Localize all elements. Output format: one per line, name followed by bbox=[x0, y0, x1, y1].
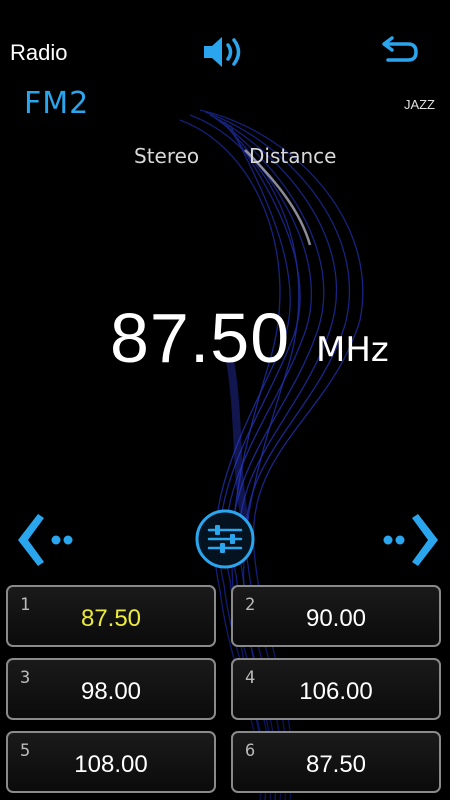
preset-button-1[interactable]: 1 87.50 bbox=[6, 585, 216, 647]
frequency-display: 87.50 bbox=[110, 299, 291, 377]
preset-frequency: 108.00 bbox=[74, 751, 148, 778]
stereo-indicator: Stereo bbox=[134, 144, 200, 168]
preset-frequency: 90.00 bbox=[305, 605, 367, 632]
frequency-unit: MHz bbox=[316, 330, 389, 370]
preset-button-5[interactable]: 5 108.00 bbox=[6, 731, 216, 793]
genre-label: JAZZ bbox=[403, 97, 435, 112]
preset-button-3[interactable]: 3 98.00 bbox=[6, 658, 216, 720]
equalizer-sliders-icon[interactable] bbox=[190, 508, 260, 570]
preset-button-6[interactable]: 6 87.50 bbox=[231, 731, 441, 793]
preset-frequency: 106.00 bbox=[299, 678, 373, 705]
distance-indicator: Distance bbox=[249, 144, 337, 168]
preset-button-2[interactable]: 2 90.00 bbox=[231, 585, 441, 647]
app-title: Radio bbox=[10, 40, 68, 65]
preset-frequency: 87.50 bbox=[305, 751, 367, 778]
return-arrow-icon[interactable] bbox=[378, 36, 420, 68]
seek-right-icon[interactable] bbox=[378, 508, 442, 572]
preset-frequency: 98.00 bbox=[80, 678, 142, 705]
band-label[interactable]: FM2 bbox=[24, 86, 89, 121]
seek-left-icon[interactable] bbox=[14, 508, 78, 572]
preset-button-4[interactable]: 4 106.00 bbox=[231, 658, 441, 720]
speaker-volume-icon[interactable] bbox=[201, 34, 247, 70]
preset-frequency: 87.50 bbox=[80, 605, 142, 632]
